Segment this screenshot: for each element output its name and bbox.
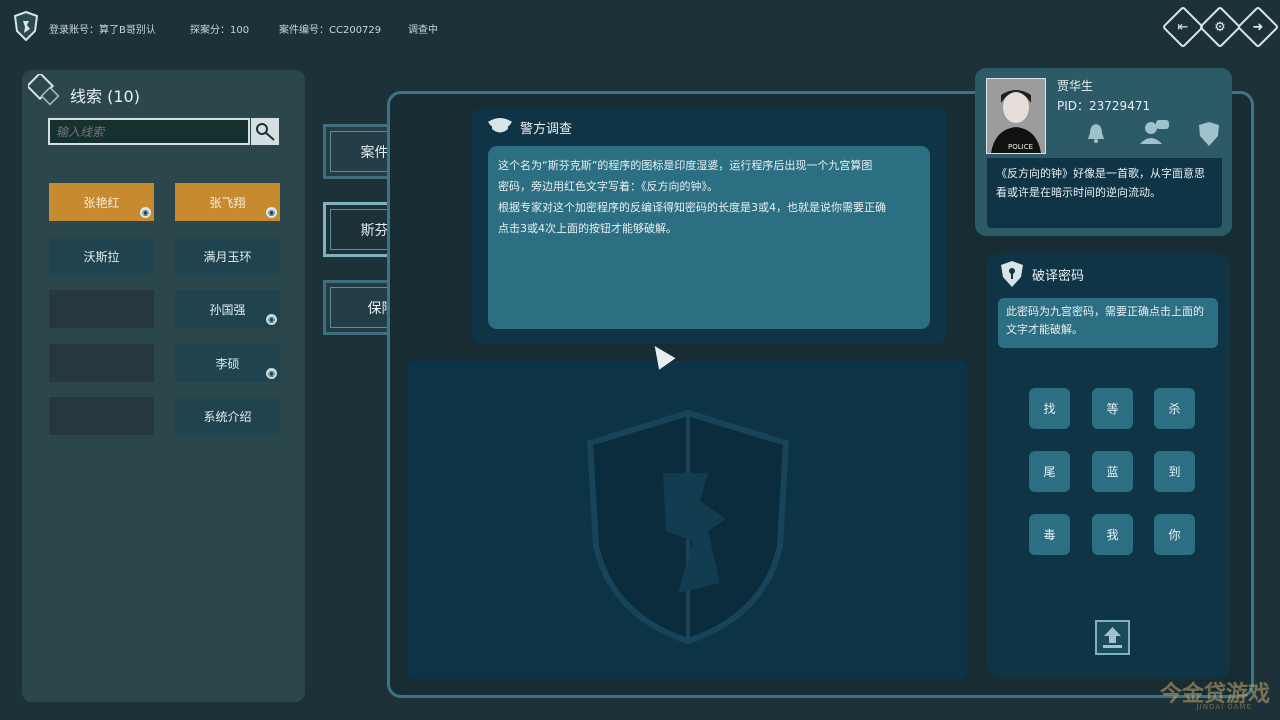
exit-icon[interactable]: ⇤ — [1161, 5, 1205, 49]
clue-item-label: 系统介绍 — [203, 409, 252, 424]
submit-button[interactable] — [1095, 620, 1130, 655]
clue-item-label: 张艳红 — [83, 195, 120, 210]
clue-panel-icon — [25, 71, 62, 108]
avatar-badge: POLICE — [1008, 143, 1034, 151]
cipher-key[interactable]: 我 — [1092, 514, 1133, 555]
case-number: 案件编号：CC200729 — [279, 25, 382, 36]
search-icon[interactable] — [251, 118, 279, 145]
score-label: 探案分：100 — [190, 25, 250, 36]
profile-pid: PID：23729471 — [1057, 99, 1151, 113]
settings-icon[interactable]: ⚙ — [1198, 5, 1242, 49]
cipher-key[interactable]: 杀 — [1154, 388, 1195, 429]
profile-message: 《反方向的钟》好像是一首歌，从字面意思看或许是在暗示时间的逆向流动。 — [987, 158, 1222, 228]
lock-shield-icon — [1000, 260, 1024, 288]
cipher-key[interactable]: 找 — [1029, 388, 1070, 429]
chat-user-icon[interactable] — [1140, 118, 1170, 146]
clue-item[interactable]: 张艳红 ◉ — [49, 183, 154, 221]
clue-item[interactable]: 系统介绍 — [175, 397, 280, 435]
clue-panel — [22, 70, 305, 702]
eye-icon: ◉ — [266, 207, 277, 218]
clue-item-label: 张飞翔 — [209, 195, 246, 210]
clue-item — [49, 344, 154, 382]
eye-icon: ◉ — [266, 368, 277, 379]
clue-item[interactable]: 孙国强 ◉ — [175, 290, 280, 328]
evidence-image-panel — [408, 361, 967, 679]
decode-hint: 此密码为九宫密码，需要正确点击上面的文字才能破解。 — [998, 298, 1218, 348]
clue-item[interactable]: 张飞翔 ◉ — [175, 183, 280, 221]
clue-item — [49, 397, 154, 435]
clue-item-label: 李硕 — [215, 356, 240, 371]
cipher-key[interactable]: 毒 — [1029, 514, 1070, 555]
app-logo — [13, 10, 39, 42]
upload-icon — [1103, 627, 1122, 648]
police-title: 警方调查 — [520, 122, 573, 137]
police-text: 这个名为“斯芬克斯”的程序的图标是印度湿婆，运行程序后出现一个九宫算图 密码，旁… — [488, 146, 930, 329]
bell-icon[interactable] — [1084, 121, 1108, 145]
cipher-key[interactable]: 到 — [1154, 451, 1195, 492]
clue-item-label: 孙国强 — [209, 302, 246, 317]
watermark-sub: JINDAI GAME — [1196, 703, 1252, 711]
clue-title: 线索 (10) — [70, 87, 140, 106]
clue-item-label: 满月玉环 — [203, 249, 252, 264]
next-icon[interactable]: ➜ — [1236, 5, 1280, 49]
cipher-key[interactable]: 你 — [1154, 514, 1195, 555]
clue-item-label: 沃斯拉 — [83, 249, 120, 264]
eye-icon: ◉ — [266, 314, 277, 325]
clue-item[interactable]: 李硕 ◉ — [175, 344, 280, 382]
clue-item — [49, 290, 154, 328]
clue-search-input[interactable] — [48, 118, 250, 145]
profile-name: 贾华生 — [1057, 79, 1094, 93]
eye-icon: ◉ — [140, 207, 151, 218]
cipher-key[interactable]: 尾 — [1029, 451, 1070, 492]
clue-item[interactable]: 满月玉环 — [175, 237, 280, 275]
police-emblem-watermark — [586, 409, 790, 645]
avatar: POLICE — [986, 78, 1046, 154]
account-label: 登录账号：算了B哥别认 — [49, 25, 156, 36]
police-cap-icon — [486, 114, 514, 136]
case-status: 调查中 — [408, 25, 438, 36]
clue-item[interactable]: 沃斯拉 — [49, 237, 154, 275]
decode-title: 破译密码 — [1032, 269, 1085, 284]
cipher-key[interactable]: 蓝 — [1092, 451, 1133, 492]
cipher-key[interactable]: 等 — [1092, 388, 1133, 429]
badge-shield-icon[interactable] — [1198, 121, 1220, 147]
